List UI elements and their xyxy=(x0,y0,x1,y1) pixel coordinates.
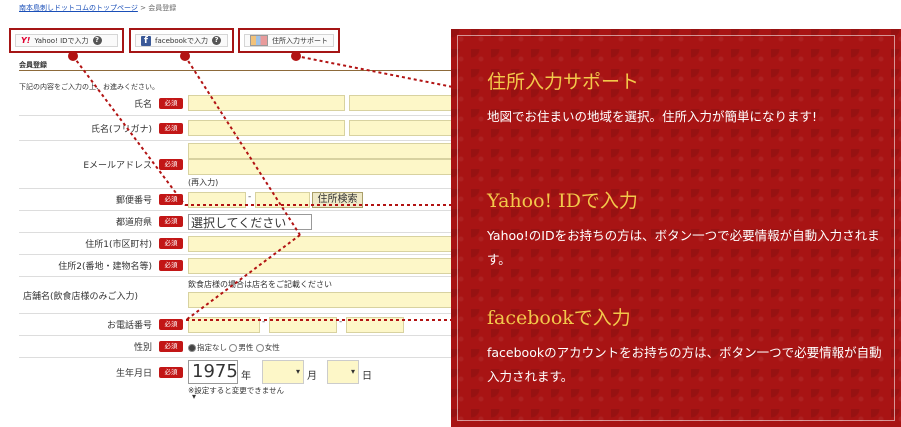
promo-facebook-body: facebookのアカウントをお持ちの方は、ボタン一つで必要情報が自動入力されま… xyxy=(487,345,882,384)
promo-address-title: 住所入力サポート xyxy=(487,71,640,93)
leader-line-yahoo-a xyxy=(72,55,186,206)
feature-promo-panel: 住所入力サポート 地図でお住まいの地域を選択。住所入力が簡単になります! Yah… xyxy=(451,29,901,427)
promo-facebook-title: facebookで入力 xyxy=(487,307,631,329)
promo-yahoo-title: Yahoo! IDで入力 xyxy=(487,190,638,212)
leader-line-facebook-b xyxy=(185,234,301,321)
promo-yahoo-body: Yahoo!のIDをお持ちの方は、ボタン一つで必要情報が自動入力されます。 xyxy=(487,228,880,267)
promo-address-body: 地図でお住まいの地域を選択。住所入力が簡単になります! xyxy=(487,109,818,124)
leader-line-facebook-a xyxy=(184,55,301,236)
leader-line-address xyxy=(295,55,459,89)
